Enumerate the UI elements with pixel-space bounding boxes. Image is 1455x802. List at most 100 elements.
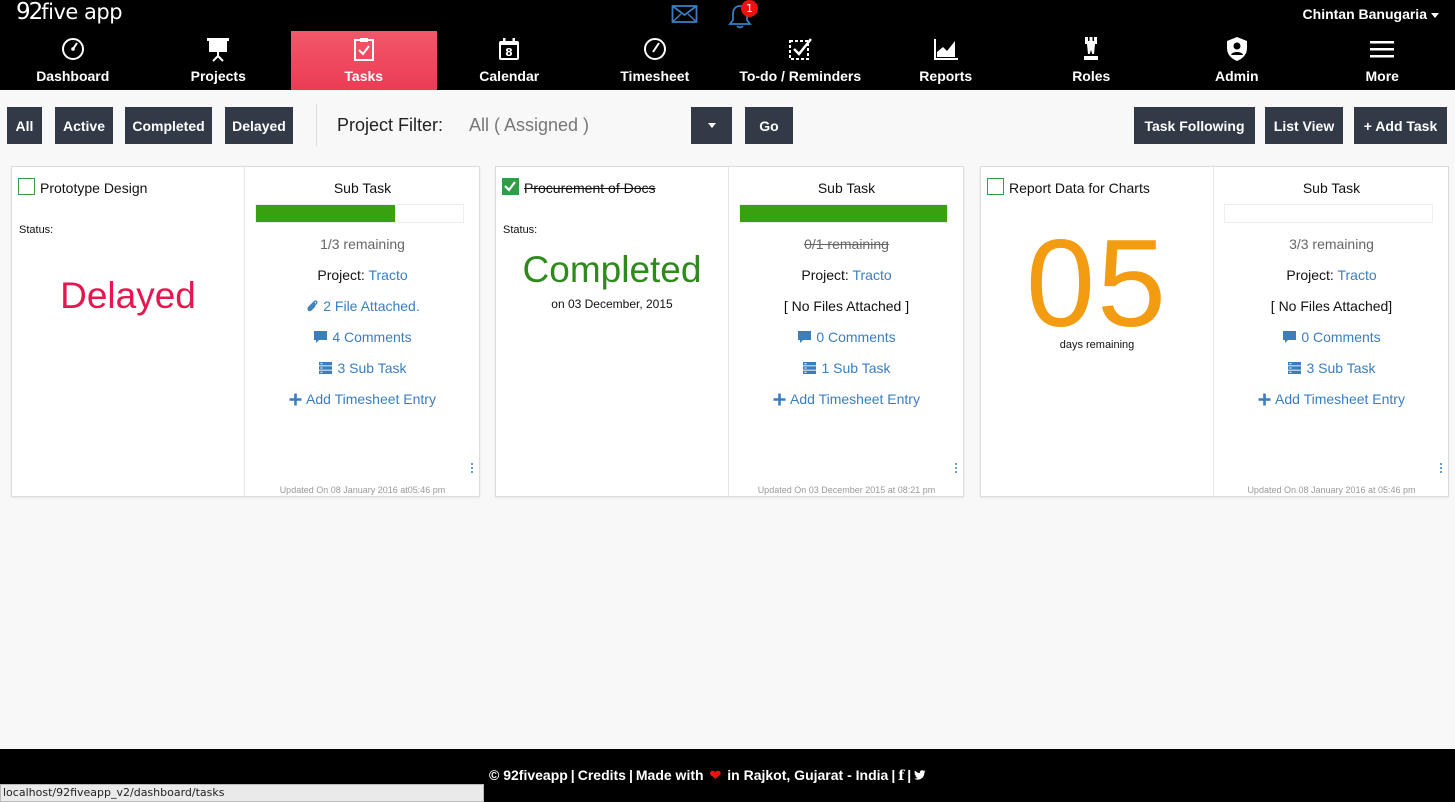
task-title[interactable]: Prototype Design xyxy=(40,180,147,196)
subtask-heading: Sub Task xyxy=(817,180,876,196)
checklist-icon xyxy=(787,36,813,62)
browser-status-url: localhost/92fiveapp_v2/dashboard/tasks xyxy=(0,784,484,802)
comment-icon xyxy=(314,331,328,343)
mail-icon[interactable] xyxy=(671,3,698,30)
filter-active-button[interactable]: Active xyxy=(55,107,113,144)
subtask-progress-bar xyxy=(739,204,948,223)
files-attached-link[interactable]: 2 File Attached. xyxy=(245,298,480,314)
task-checkbox[interactable] xyxy=(502,178,519,195)
nav-dashboard[interactable]: Dashboard xyxy=(0,31,146,90)
project-link[interactable]: Tracto xyxy=(1337,267,1376,283)
presentation-board-icon xyxy=(205,36,231,62)
comments-link[interactable]: 4 Comments xyxy=(245,329,480,345)
footer-made-with: Made with xyxy=(635,767,704,783)
nav-reports[interactable]: Reports xyxy=(873,31,1019,90)
project-filter-dropdown-button[interactable] xyxy=(691,107,732,144)
plus-icon xyxy=(1258,393,1271,406)
nav-roles[interactable]: Roles xyxy=(1019,31,1165,90)
comments-text: 0 Comments xyxy=(1301,329,1381,345)
task-following-button[interactable]: Task Following xyxy=(1134,107,1255,144)
facebook-icon[interactable]: f xyxy=(898,768,904,784)
clipboard-check-icon xyxy=(351,36,377,62)
app-logo[interactable]: 92five app xyxy=(16,0,123,24)
comments-link[interactable]: 0 Comments xyxy=(1214,329,1449,345)
subtask-heading: Sub Task xyxy=(1302,180,1361,196)
nav-label: Tasks xyxy=(344,68,384,84)
project-filter-label: Project Filter: xyxy=(337,115,444,135)
nav-projects[interactable]: Projects xyxy=(146,31,292,90)
subtask-progress-bar xyxy=(255,204,464,223)
plus-icon xyxy=(289,393,302,406)
comments-text: 0 Comments xyxy=(816,329,896,345)
task-card-status-panel: Report Data for Charts 05 days remaining xyxy=(981,167,1214,496)
nav-tasks[interactable]: Tasks xyxy=(291,31,437,90)
task-card: Report Data for Charts 05 days remaining… xyxy=(980,166,1449,497)
nav-label: Dashboard xyxy=(36,68,110,84)
task-title[interactable]: Report Data for Charts xyxy=(1009,180,1150,196)
task-card: Procurement of Docs Status: Completed on… xyxy=(495,166,964,497)
task-checkbox[interactable] xyxy=(987,178,1004,195)
more-options-icon[interactable] xyxy=(1439,463,1443,475)
nav-more[interactable]: More xyxy=(1310,31,1455,90)
remaining-count: 1/3 remaining xyxy=(320,236,405,252)
list-view-button[interactable]: List View xyxy=(1265,107,1343,144)
footer-links: © 92fiveapp | Credits | Made with ❤ in Rajkot,… xyxy=(486,767,929,784)
more-options-icon[interactable] xyxy=(470,463,474,475)
updated-timestamp: Updated On 03 December 2015 at 08:21 pm xyxy=(757,485,936,495)
progress-fill xyxy=(256,205,395,222)
task-card-status-panel: Prototype Design Status: Delayed xyxy=(12,167,245,496)
filter-delayed-button[interactable]: Delayed xyxy=(225,107,293,144)
nav-admin[interactable]: Admin xyxy=(1164,31,1310,90)
days-remaining-number: 05 xyxy=(1026,215,1168,353)
svg-text:8: 8 xyxy=(505,46,513,59)
add-timesheet-link[interactable]: Add Timesheet Entry xyxy=(1214,391,1449,407)
task-checkbox[interactable] xyxy=(18,178,35,195)
add-timesheet-link[interactable]: Add Timesheet Entry xyxy=(245,391,480,407)
project-link[interactable]: Tracto xyxy=(368,267,407,283)
add-timesheet-text: Add Timesheet Entry xyxy=(790,391,920,407)
user-menu[interactable]: Chintan Banugaria xyxy=(1303,6,1439,22)
add-task-button[interactable]: + Add Task xyxy=(1354,107,1447,144)
filter-completed-button[interactable]: Completed xyxy=(125,107,212,144)
completed-date: on 03 December, 2015 xyxy=(551,297,673,311)
nav-timesheet[interactable]: Timesheet xyxy=(582,31,728,90)
clock-icon xyxy=(642,36,668,62)
nav-label: Timesheet xyxy=(620,68,690,84)
add-timesheet-text: Add Timesheet Entry xyxy=(1275,391,1405,407)
project-line: Project: Tracto xyxy=(1214,267,1449,283)
heart-icon: ❤ xyxy=(709,767,722,783)
subtasks-link[interactable]: 3 Sub Task xyxy=(1214,360,1449,376)
no-files-text: [ No Files Attached ] xyxy=(783,298,910,314)
filter-divider xyxy=(316,104,317,146)
filter-all-button[interactable]: All xyxy=(7,107,42,144)
project-link[interactable]: Tracto xyxy=(852,267,891,283)
progress-fill xyxy=(740,205,947,222)
nav-calendar[interactable]: 8 Calendar xyxy=(437,31,583,90)
footer-credits-link[interactable]: Credits xyxy=(578,767,626,783)
shield-user-icon xyxy=(1224,36,1250,62)
notification-bell-icon[interactable]: 1 xyxy=(727,0,758,34)
subtask-progress-bar xyxy=(1224,204,1433,223)
nav-todo-reminders[interactable]: To-do / Reminders xyxy=(728,31,874,90)
task-title[interactable]: Procurement of Docs xyxy=(524,180,656,196)
status-completed: Completed xyxy=(522,249,702,290)
add-timesheet-link[interactable]: Add Timesheet Entry xyxy=(729,391,964,407)
subtasks-link[interactable]: 3 Sub Task xyxy=(245,360,480,376)
project-line: Project: Tracto xyxy=(245,267,480,283)
subtasks-text: 3 Sub Task xyxy=(1306,360,1376,376)
updated-timestamp: Updated On 08 January 2016 at 05:46 pm xyxy=(1247,485,1416,495)
footer-copyright: © 92fiveapp xyxy=(489,767,568,783)
files-text: 2 File Attached. xyxy=(323,298,420,314)
twitter-icon[interactable] xyxy=(914,767,926,783)
comments-link[interactable]: 0 Comments xyxy=(729,329,964,345)
chess-piece-icon xyxy=(1078,36,1104,62)
go-button[interactable]: Go xyxy=(745,107,793,144)
subtasks-link[interactable]: 1 Sub Task xyxy=(729,360,964,376)
more-options-icon[interactable] xyxy=(954,463,958,475)
server-stack-icon xyxy=(803,362,817,374)
subtasks-text: 1 Sub Task xyxy=(821,360,891,376)
project-filter-select[interactable]: All ( Assigned ) xyxy=(459,107,689,144)
project-label: Project: xyxy=(317,267,365,283)
nav-label: More xyxy=(1365,68,1399,84)
days-remaining-label: days remaining xyxy=(1059,339,1135,351)
